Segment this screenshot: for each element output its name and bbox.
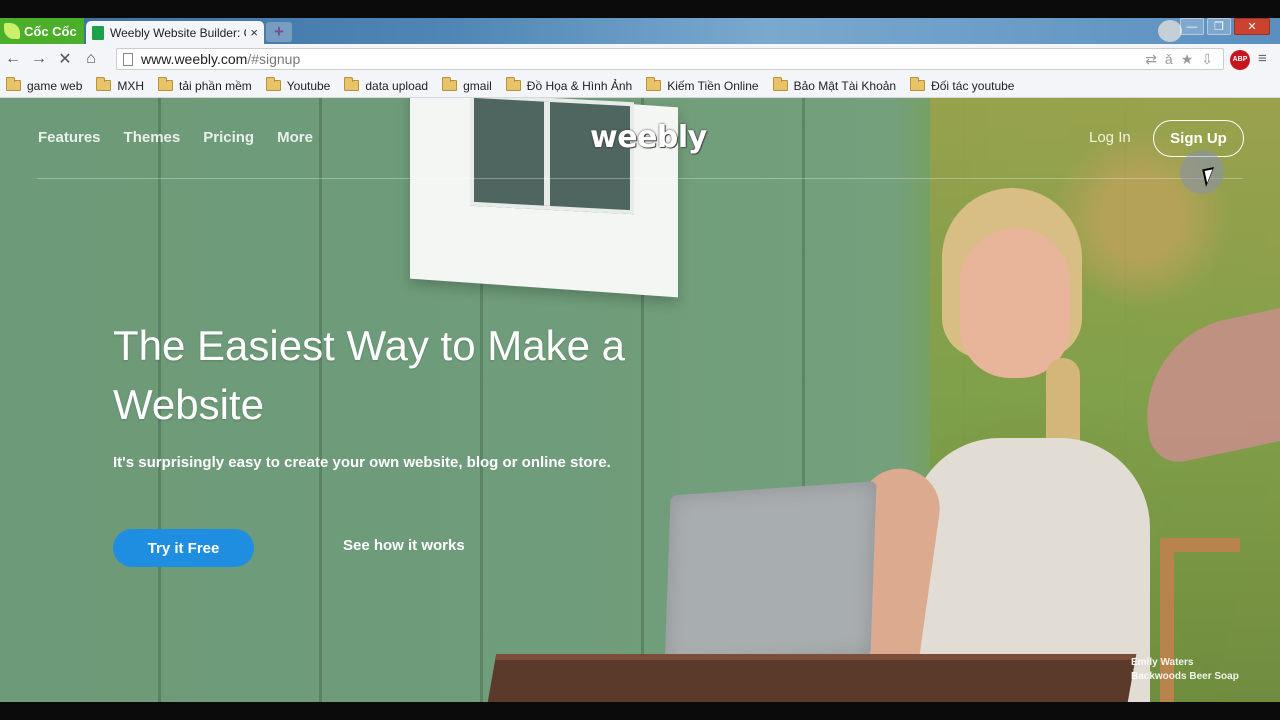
tab-strip: Cốc Cốc Weebly Website Builder: C × + — … [0,18,1280,44]
translate-icon[interactable]: ⇄ [1145,51,1157,68]
page-icon [123,52,133,66]
folder-icon [344,77,360,91]
browser-menu-icon[interactable]: ≡ [1258,50,1267,67]
incognito-icon [1158,20,1182,42]
back-icon[interactable]: ← [0,50,26,68]
bookmark-folder[interactable]: tải phần mềm [158,77,252,93]
screen-top-border [0,0,1280,18]
bookmark-folder[interactable]: Bảo Mật Tài Khoản [772,77,897,93]
credit-name: Emily Waters [1131,657,1194,668]
stop-loading-icon[interactable]: ✕ [52,49,78,69]
login-link[interactable]: Log In [1089,129,1131,146]
tab-title: Weebly Website Builder: C [110,25,247,40]
url-host: www.weebly.com [141,51,248,67]
address-bar[interactable]: www.weebly.com /#signup ⇄ ǎ ★ ⇩ [116,48,1224,70]
adblock-plus-icon[interactable]: ABP [1230,50,1250,70]
weebly-logo[interactable]: weebly [590,120,707,155]
credit-business: Backwoods Beer Soap [1131,671,1239,682]
address-bar-icons: ⇄ ǎ ★ ⇩ [1145,51,1213,68]
browser-toolbar: ← → ✕ ⌂ www.weebly.com /#signup ⇄ ǎ ★ ⇩ … [0,44,1280,74]
bookmark-label: gmail [463,78,492,93]
bookmark-folder[interactable]: MXH [96,77,145,93]
bookmark-label: Bảo Mật Tài Khoản [793,78,897,93]
nav-pricing[interactable]: Pricing [203,129,254,146]
laptop [664,481,877,670]
browser-brand[interactable]: Cốc Cốc [0,18,84,44]
bookmark-folder[interactable]: data upload [344,77,429,93]
woman-face [960,228,1070,378]
woman-photo [835,188,1180,702]
folder-icon [6,77,21,91]
folder-icon [158,77,174,91]
folder-icon [442,77,458,91]
weebly-favicon-icon [92,25,104,40]
folder-icon [265,77,281,91]
folder-icon [910,77,926,91]
bookmark-star-icon[interactable]: ★ [1181,51,1194,68]
maximize-button[interactable]: ❐ [1207,18,1231,35]
folder-icon [772,77,788,91]
see-how-it-works-link[interactable]: See how it works [343,537,465,554]
url-path: /#signup [247,51,301,67]
tab-close-icon[interactable]: × [250,25,258,40]
folder-icon [505,77,521,91]
site-header: Features Themes Pricing More weebly Log … [0,98,1280,179]
bookmark-label: tải phần mềm [179,78,252,93]
bookmarks-bar: game web MXH tải phần mềm Youtube data u… [0,74,1280,98]
try-it-free-button[interactable]: Try it Free [113,529,254,567]
bookmark-folder[interactable]: Đối tác youtube [910,77,1015,93]
active-tab[interactable]: Weebly Website Builder: C × [86,21,264,44]
wooden-table [487,654,1137,702]
bookmark-label: Đối tác youtube [931,78,1015,93]
bookmark-folder[interactable]: Kiếm Tiền Online [646,77,759,93]
folder-icon [96,77,112,91]
bookmark-label: Kiếm Tiền Online [667,78,759,93]
forward-icon[interactable]: → [26,50,52,68]
screen-bottom-border [0,702,1280,720]
bookmark-folder[interactable]: Youtube [265,77,331,93]
window-controls: — ❐ ✕ [1180,18,1270,35]
bookmark-folder[interactable]: Đồ Họa & Hình Ảnh [505,77,633,93]
bookmark-label: Youtube [286,78,331,93]
hero-subline: It's surprisingly easy to create your ow… [113,454,611,471]
nav-more[interactable]: More [277,129,313,146]
site-nav-links: Features Themes Pricing More [38,129,313,146]
browser-brand-label: Cốc Cốc [24,23,77,39]
hero-headline: The Easiest Way to Make a Website [113,322,625,428]
photo-credit: Emily Waters Backwoods Beer Soap [1131,656,1239,684]
folder-icon [646,77,662,91]
bookmark-label: game web [27,78,83,93]
mic-icon[interactable]: ǎ [1165,51,1173,68]
home-icon[interactable]: ⌂ [78,50,104,68]
bookmark-folder[interactable]: game web [6,77,83,93]
close-window-button[interactable]: ✕ [1234,18,1270,35]
bookmark-label: data upload [365,78,429,93]
nav-features[interactable]: Features [38,129,101,146]
header-divider [37,178,1243,179]
bookmark-folder[interactable]: gmail [442,77,492,93]
minimize-button[interactable]: — [1180,18,1204,35]
bookmark-label: Đồ Họa & Hình Ảnh [526,78,633,93]
download-icon[interactable]: ⇩ [1201,51,1213,68]
nav-themes[interactable]: Themes [124,129,181,146]
new-tab-button[interactable]: + [266,22,292,42]
bookmark-label: MXH [117,78,145,93]
coccoc-logo-icon [4,23,20,39]
